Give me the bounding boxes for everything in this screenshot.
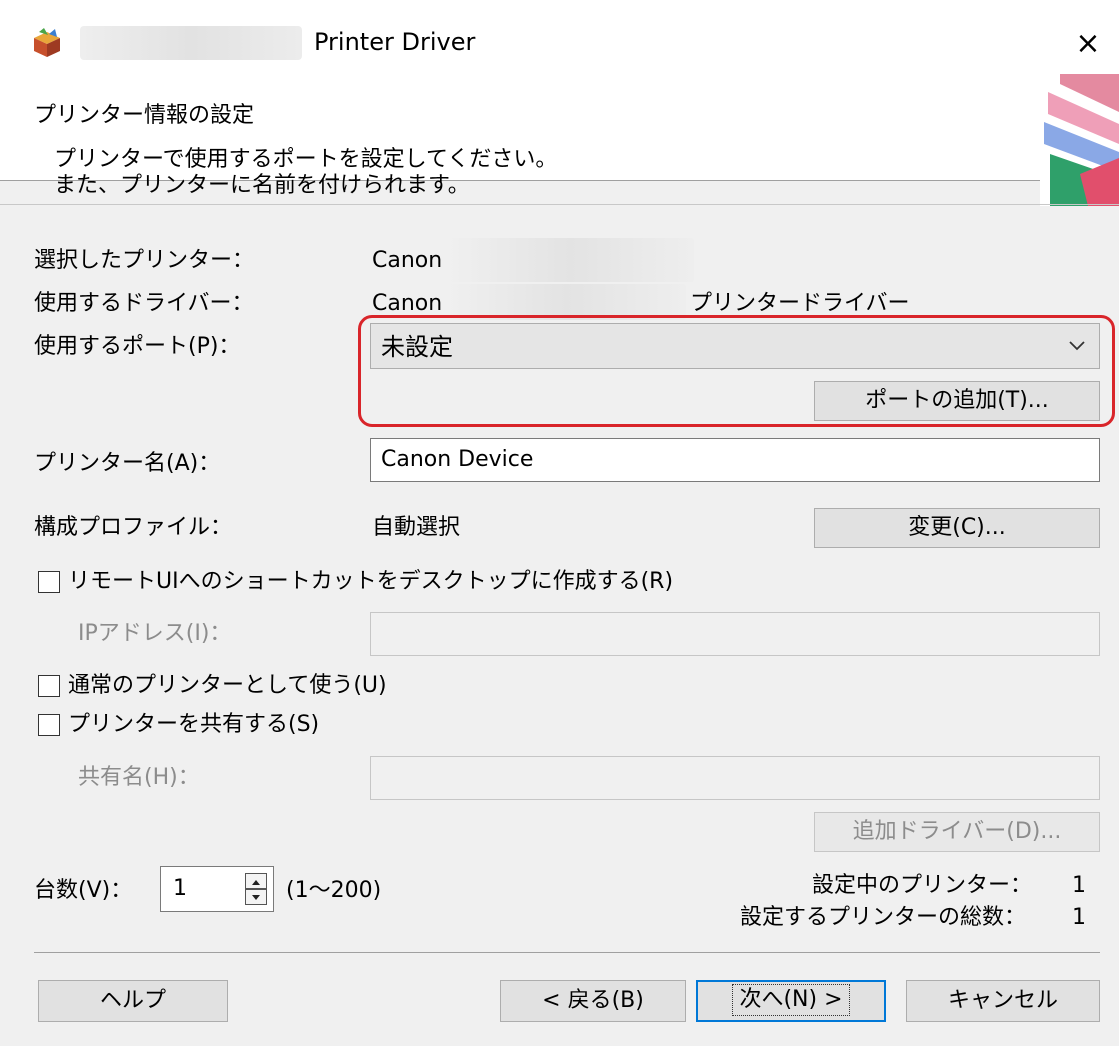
printers-in-setup-label: 設定中のプリンター： <box>812 873 1033 898</box>
header-description-line1: プリンターで使用するポートを設定してください。 <box>54 147 558 172</box>
count-label: 台数(V)： <box>34 878 133 903</box>
share-name-input[interactable] <box>370 756 1100 800</box>
share-printer-label[interactable]: プリンターを共有する(S) <box>68 711 319 739</box>
count-value: 1 <box>173 876 187 901</box>
use-as-normal-printer-label[interactable]: 通常のプリンターとして使う(U) <box>68 672 387 700</box>
driver-suffix: プリンタードライバー <box>690 291 910 316</box>
remote-ui-shortcut-checkbox[interactable] <box>38 571 60 593</box>
spin-up-button[interactable] <box>245 873 267 889</box>
header-banner-graphic <box>1040 74 1119 206</box>
printer-name-value: Canon Device <box>381 447 534 472</box>
total-printers-value: 1 <box>1072 905 1086 930</box>
printers-in-setup-value: 1 <box>1072 873 1086 898</box>
back-button[interactable]: < 戻る(B) <box>500 980 686 1022</box>
spin-up-icon <box>252 880 260 885</box>
help-button[interactable]: ヘルプ <box>38 980 228 1022</box>
use-as-normal-printer-checkbox[interactable] <box>38 675 60 697</box>
count-range: (1～200) <box>286 878 382 903</box>
profile-value: 自動選択 <box>372 515 461 540</box>
driver-value: Canon <box>372 291 443 316</box>
printer-name-input[interactable]: Canon Device <box>370 438 1100 482</box>
selected-printer-label: 選択したプリンター： <box>34 248 255 273</box>
header-description-line2: また、プリンターに名前を付けられます。 <box>54 173 470 198</box>
window-title: Printer Driver <box>314 28 476 56</box>
share-printer-checkbox[interactable] <box>38 714 60 736</box>
share-name-label: 共有名(H)： <box>78 765 200 790</box>
change-profile-button[interactable]: 変更(C)... <box>814 508 1100 548</box>
spin-down-button[interactable] <box>245 889 267 905</box>
additional-drivers-button[interactable]: 追加ドライバー(D)... <box>814 812 1100 852</box>
redacted-printer-model <box>446 238 694 282</box>
selected-printer-value: Canon <box>372 248 443 273</box>
driver-label: 使用するドライバー： <box>34 291 254 316</box>
close-icon: × <box>1075 26 1101 61</box>
footer-separator <box>34 952 1100 953</box>
next-button-label: 次へ(N) > <box>732 984 850 1016</box>
total-printers-label: 設定するプリンターの総数： <box>740 905 1027 930</box>
cancel-button[interactable]: キャンセル <box>906 980 1100 1022</box>
header-separator <box>0 204 1119 205</box>
count-spinner[interactable]: 1 <box>160 866 274 912</box>
add-port-button[interactable]: ポートの追加(T)... <box>814 381 1100 421</box>
installer-box-icon <box>34 28 60 57</box>
remote-ui-shortcut-label[interactable]: リモートUIへのショートカットをデスクトップに作成する(R) <box>68 568 673 596</box>
spin-down-icon <box>252 895 260 900</box>
redacted-model-name <box>80 26 302 60</box>
port-label: 使用するポート(P)： <box>34 334 241 359</box>
ip-address-input[interactable] <box>370 612 1100 656</box>
header-title: プリンター情報の設定 <box>34 103 255 128</box>
port-select-value: 未設定 <box>381 333 453 361</box>
port-select[interactable]: 未設定 <box>370 323 1100 369</box>
ip-address-label: IPアドレス(I)： <box>78 621 232 646</box>
chevron-down-icon <box>1069 341 1085 351</box>
close-button[interactable]: × <box>1064 20 1112 68</box>
profile-label: 構成プロファイル： <box>34 515 233 540</box>
printer-name-label: プリンター名(A)： <box>34 451 221 476</box>
next-button[interactable]: 次へ(N) > <box>696 980 886 1022</box>
